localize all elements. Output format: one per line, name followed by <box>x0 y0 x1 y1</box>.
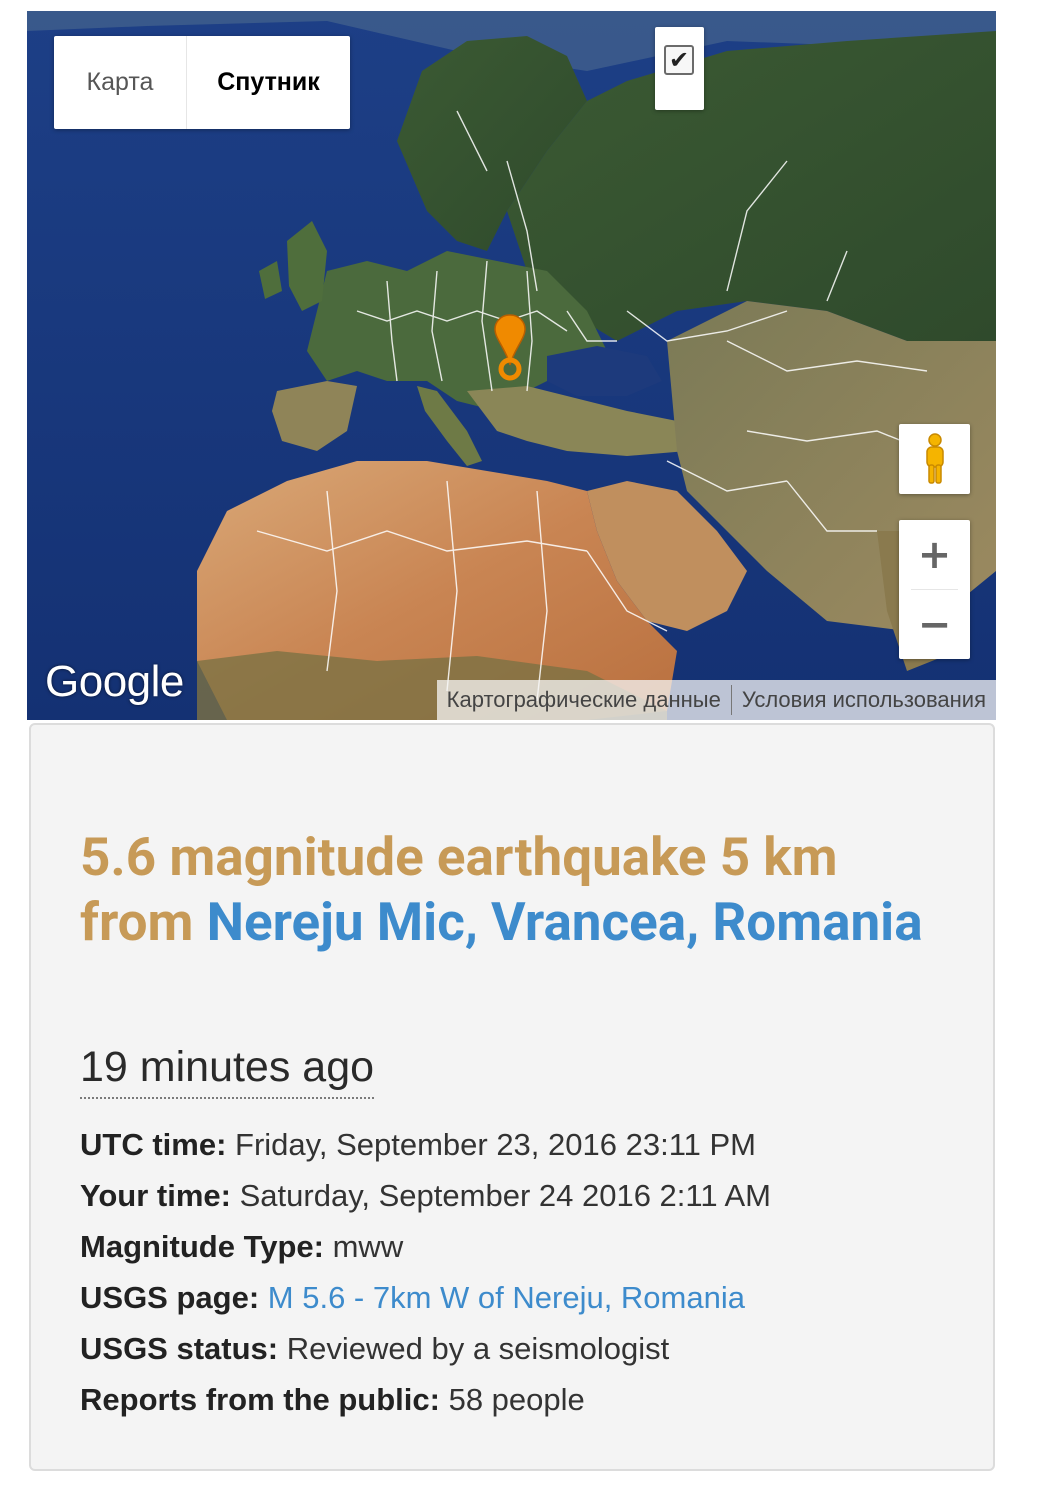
detail-value: 58 people <box>448 1382 585 1417</box>
detail-row-usgs-status: USGS status: Reviewed by a seismologist <box>80 1323 771 1374</box>
pegman-icon <box>925 433 944 484</box>
zoom-in-button[interactable]: + <box>899 520 970 589</box>
detail-label: USGS page: <box>80 1280 260 1315</box>
map-attribution: Картографические данные Условия использо… <box>436 680 996 720</box>
detail-value: Reviewed by a seismologist <box>286 1331 670 1366</box>
map-type-satellite-button[interactable]: Спутник <box>187 36 350 129</box>
time-ago[interactable]: 19 minutes ago <box>80 1043 375 1099</box>
earthquake-title: 5.6 magnitude earthquake 5 km from Nerej… <box>80 825 940 955</box>
detail-value: Saturday, September 24 2016 2:11 AM <box>239 1178 771 1213</box>
detail-row-usgs-page: USGS page: M 5.6 - 7km W of Nereju, Roma… <box>80 1272 771 1323</box>
place-link[interactable]: Nereju Mic, Vrancea, Romania <box>207 891 923 953</box>
labels-toggle-control[interactable]: ✔ <box>655 27 704 110</box>
map-type-map-button[interactable]: Карта <box>54 36 187 129</box>
map-view[interactable]: Карта Спутник ✔ + − Google Картографичес… <box>27 11 996 720</box>
checkbox-checked-icon[interactable]: ✔ <box>664 45 694 75</box>
map-data-link[interactable]: Картографические данные <box>437 687 731 713</box>
detail-row-magnitude-type: Magnitude Type: mww <box>80 1221 771 1272</box>
detail-label: Your time: <box>80 1178 231 1213</box>
detail-row-utc-time: UTC time: Friday, September 23, 2016 23:… <box>80 1119 771 1170</box>
detail-label: UTC time: <box>80 1127 227 1162</box>
earthquake-info-card: 5.6 magnitude earthquake 5 km from Nerej… <box>29 723 995 1471</box>
zoom-control: + − <box>899 520 970 659</box>
detail-value: Friday, September 23, 2016 23:11 PM <box>235 1127 756 1162</box>
google-logo[interactable]: Google <box>45 657 184 707</box>
detail-label: USGS status: <box>80 1331 279 1366</box>
detail-label: Magnitude Type: <box>80 1229 324 1264</box>
detail-row-public-reports: Reports from the public: 58 people <box>80 1374 771 1425</box>
street-view-pegman-button[interactable] <box>899 424 970 494</box>
detail-value: mww <box>332 1229 404 1264</box>
map-type-control: Карта Спутник <box>54 36 350 129</box>
terms-of-use-link[interactable]: Условия использования <box>732 687 996 713</box>
details-list: UTC time: Friday, September 23, 2016 23:… <box>80 1119 771 1425</box>
detail-label: Reports from the public: <box>80 1382 440 1417</box>
usgs-page-link[interactable]: M 5.6 - 7km W of Nereju, Romania <box>268 1280 745 1315</box>
zoom-out-button[interactable]: − <box>899 590 970 659</box>
detail-row-your-time: Your time: Saturday, September 24 2016 2… <box>80 1170 771 1221</box>
